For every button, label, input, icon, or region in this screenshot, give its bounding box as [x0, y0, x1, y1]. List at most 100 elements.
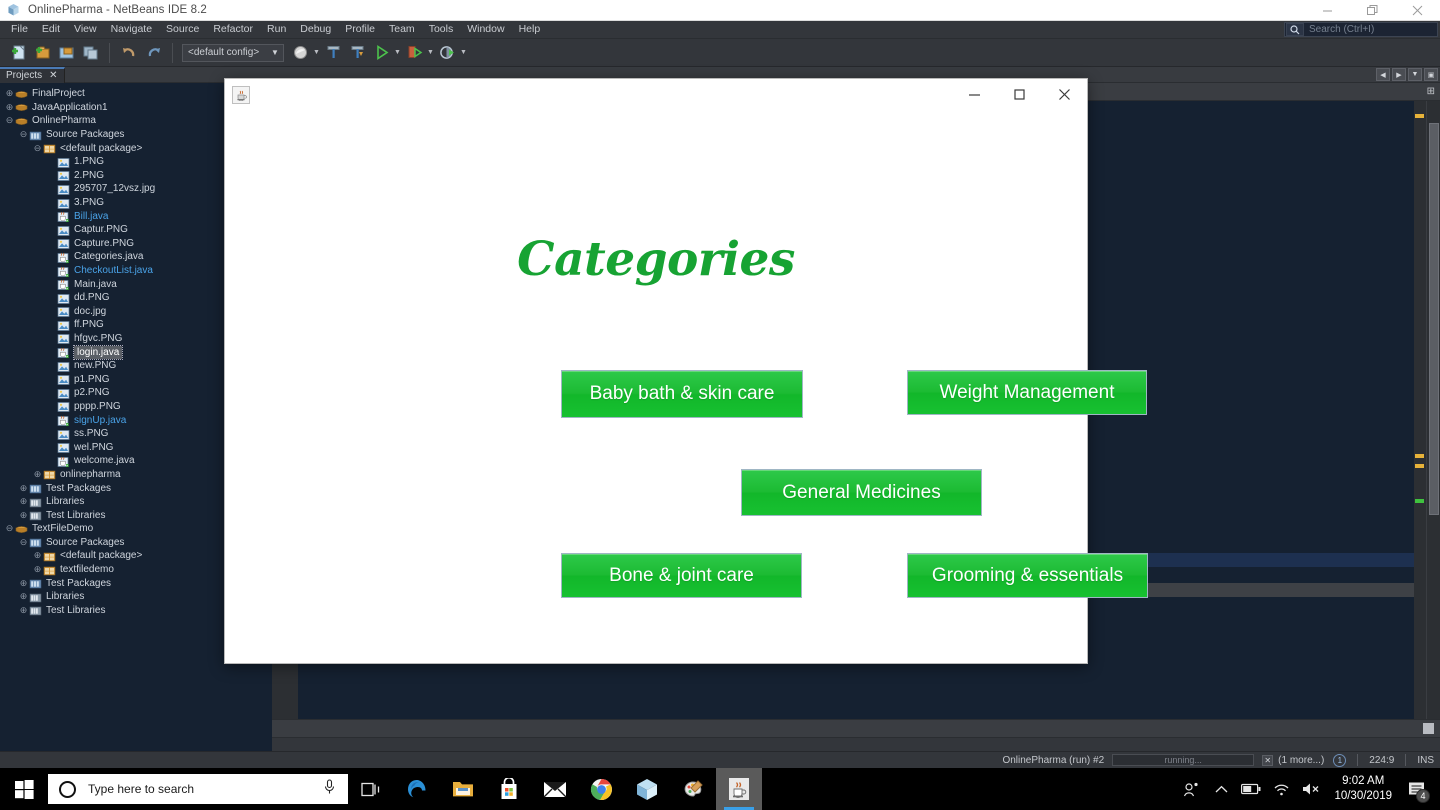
status-progressbar[interactable]: running...: [1112, 754, 1255, 766]
category-button[interactable]: Bone & joint care: [561, 553, 802, 598]
menu-navigate[interactable]: Navigate: [104, 21, 159, 38]
expand-toggle-icon[interactable]: ⊕: [32, 563, 43, 576]
dialog-minimize-button[interactable]: [952, 79, 997, 110]
dialog-maximize-button[interactable]: [997, 79, 1042, 110]
menu-window[interactable]: Window: [460, 21, 511, 38]
google-chrome-icon[interactable]: [578, 768, 624, 810]
category-button[interactable]: Grooming & essentials: [907, 553, 1148, 598]
category-button[interactable]: Baby bath & skin care: [561, 370, 803, 418]
java-icon: [57, 278, 70, 291]
menu-profile[interactable]: Profile: [338, 21, 382, 38]
run-project-icon[interactable]: [369, 41, 393, 65]
build-project-icon[interactable]: [288, 41, 312, 65]
expand-toggle-icon[interactable]: ⊕: [18, 495, 29, 508]
menu-file[interactable]: File: [4, 21, 35, 38]
rebuild-icon[interactable]: [345, 41, 369, 65]
tab-projects[interactable]: Projects ✕: [0, 66, 65, 83]
expand-toggle-icon[interactable]: ⊕: [18, 482, 29, 495]
collapse-toggle-icon[interactable]: ⊖: [32, 142, 43, 155]
expand-toggle-icon[interactable]: ⊕: [32, 468, 43, 481]
grid-icon[interactable]: ⊞: [1427, 86, 1435, 97]
expand-toggle-icon[interactable]: ⊕: [4, 101, 15, 114]
menu-edit[interactable]: Edit: [35, 21, 67, 38]
debug-dropdown-arrow-icon[interactable]: ▼: [426, 41, 435, 65]
mail-icon[interactable]: [532, 768, 578, 810]
microphone-icon[interactable]: [323, 778, 336, 800]
expand-toggle-icon[interactable]: ⊕: [18, 590, 29, 603]
wifi-icon[interactable]: [1266, 768, 1296, 810]
cancel-icon[interactable]: ✕: [1262, 754, 1274, 766]
scroll-left-icon[interactable]: ◀: [1376, 68, 1390, 81]
collapse-toggle-icon[interactable]: ⊖: [18, 128, 29, 141]
clean-build-icon[interactable]: [321, 41, 345, 65]
show-hidden-icons-icon[interactable]: [1206, 768, 1236, 810]
status-notification-badge[interactable]: 1: [1333, 753, 1347, 767]
debug-project-icon[interactable]: [402, 41, 426, 65]
scrollbar-thumb[interactable]: [1429, 123, 1439, 515]
annotation-bar[interactable]: [1414, 101, 1426, 719]
window-close-button[interactable]: [1395, 0, 1440, 21]
volume-muted-icon[interactable]: [1296, 768, 1326, 810]
expand-toggle-icon[interactable]: ⊕: [4, 87, 15, 100]
new-project-icon[interactable]: [30, 41, 54, 65]
paint-icon[interactable]: [670, 768, 716, 810]
people-icon[interactable]: [1176, 768, 1206, 810]
expand-toggle-icon[interactable]: ⊕: [18, 577, 29, 590]
profile-project-icon[interactable]: [435, 41, 459, 65]
battery-icon[interactable]: [1236, 768, 1266, 810]
status-more-label[interactable]: (1 more...): [1278, 755, 1324, 766]
maximize-editor-icon[interactable]: ▣: [1424, 68, 1438, 81]
clock[interactable]: 9:02 AM 10/30/2019: [1326, 768, 1400, 810]
menu-team[interactable]: Team: [382, 21, 422, 38]
undo-icon[interactable]: [117, 41, 141, 65]
menu-view[interactable]: View: [67, 21, 104, 38]
run-dropdown-arrow-icon[interactable]: ▼: [393, 41, 402, 65]
dialog-close-button[interactable]: [1042, 79, 1087, 110]
microsoft-edge-icon[interactable]: [394, 768, 440, 810]
menu-debug[interactable]: Debug: [293, 21, 338, 38]
menu-help[interactable]: Help: [512, 21, 548, 38]
collapse-toggle-icon[interactable]: ⊖: [4, 114, 15, 127]
expand-toggle-icon[interactable]: ⊕: [18, 509, 29, 522]
new-file-icon[interactable]: [6, 41, 30, 65]
collapse-toggle-icon[interactable]: ⊖: [4, 522, 15, 535]
ide-search-box[interactable]: Search (Ctrl+I): [1284, 22, 1438, 37]
menu-tools[interactable]: Tools: [422, 21, 461, 38]
expand-toggle-icon[interactable]: ⊕: [32, 549, 43, 562]
config-dropdown[interactable]: <default config> ▼: [182, 43, 284, 62]
category-button[interactable]: Weight Management: [907, 370, 1147, 415]
open-project-icon[interactable]: [54, 41, 78, 65]
windows-start-icon[interactable]: [0, 768, 48, 810]
tab-list-icon[interactable]: ▼: [1408, 68, 1422, 81]
redo-icon[interactable]: [141, 41, 165, 65]
action-center-icon[interactable]: 4: [1400, 768, 1434, 810]
window-minimize-button[interactable]: [1305, 0, 1350, 21]
category-button[interactable]: General Medicines: [741, 469, 982, 516]
menu-run[interactable]: Run: [260, 21, 293, 38]
save-all-icon[interactable]: [78, 41, 102, 65]
tree-item-label: pppp.PNG: [74, 400, 121, 412]
save-icon[interactable]: [1423, 723, 1434, 734]
editor-bottom-strip: [272, 719, 1440, 751]
microsoft-store-icon[interactable]: [486, 768, 532, 810]
search-input[interactable]: Type here to search: [48, 774, 348, 804]
scroll-right-icon[interactable]: ▶: [1392, 68, 1406, 81]
menu-refactor[interactable]: Refactor: [206, 21, 260, 38]
java-app-icon[interactable]: [716, 768, 762, 810]
build-dropdown-arrow-icon[interactable]: ▼: [312, 41, 321, 65]
profile-dropdown-arrow-icon[interactable]: ▼: [459, 41, 468, 65]
collapse-toggle-icon[interactable]: ⊖: [18, 536, 29, 549]
expand-toggle-icon[interactable]: ⊕: [18, 604, 29, 617]
close-icon[interactable]: ✕: [49, 70, 57, 81]
file-explorer-icon[interactable]: [440, 768, 486, 810]
task-view-icon[interactable]: [348, 768, 394, 810]
window-restore-button[interactable]: [1350, 0, 1395, 21]
menu-source[interactable]: Source: [159, 21, 206, 38]
netbeans-cube-icon[interactable]: [624, 768, 670, 810]
tab-projects-label: Projects: [6, 70, 43, 81]
editor-vertical-scrollbar[interactable]: [1426, 101, 1440, 719]
